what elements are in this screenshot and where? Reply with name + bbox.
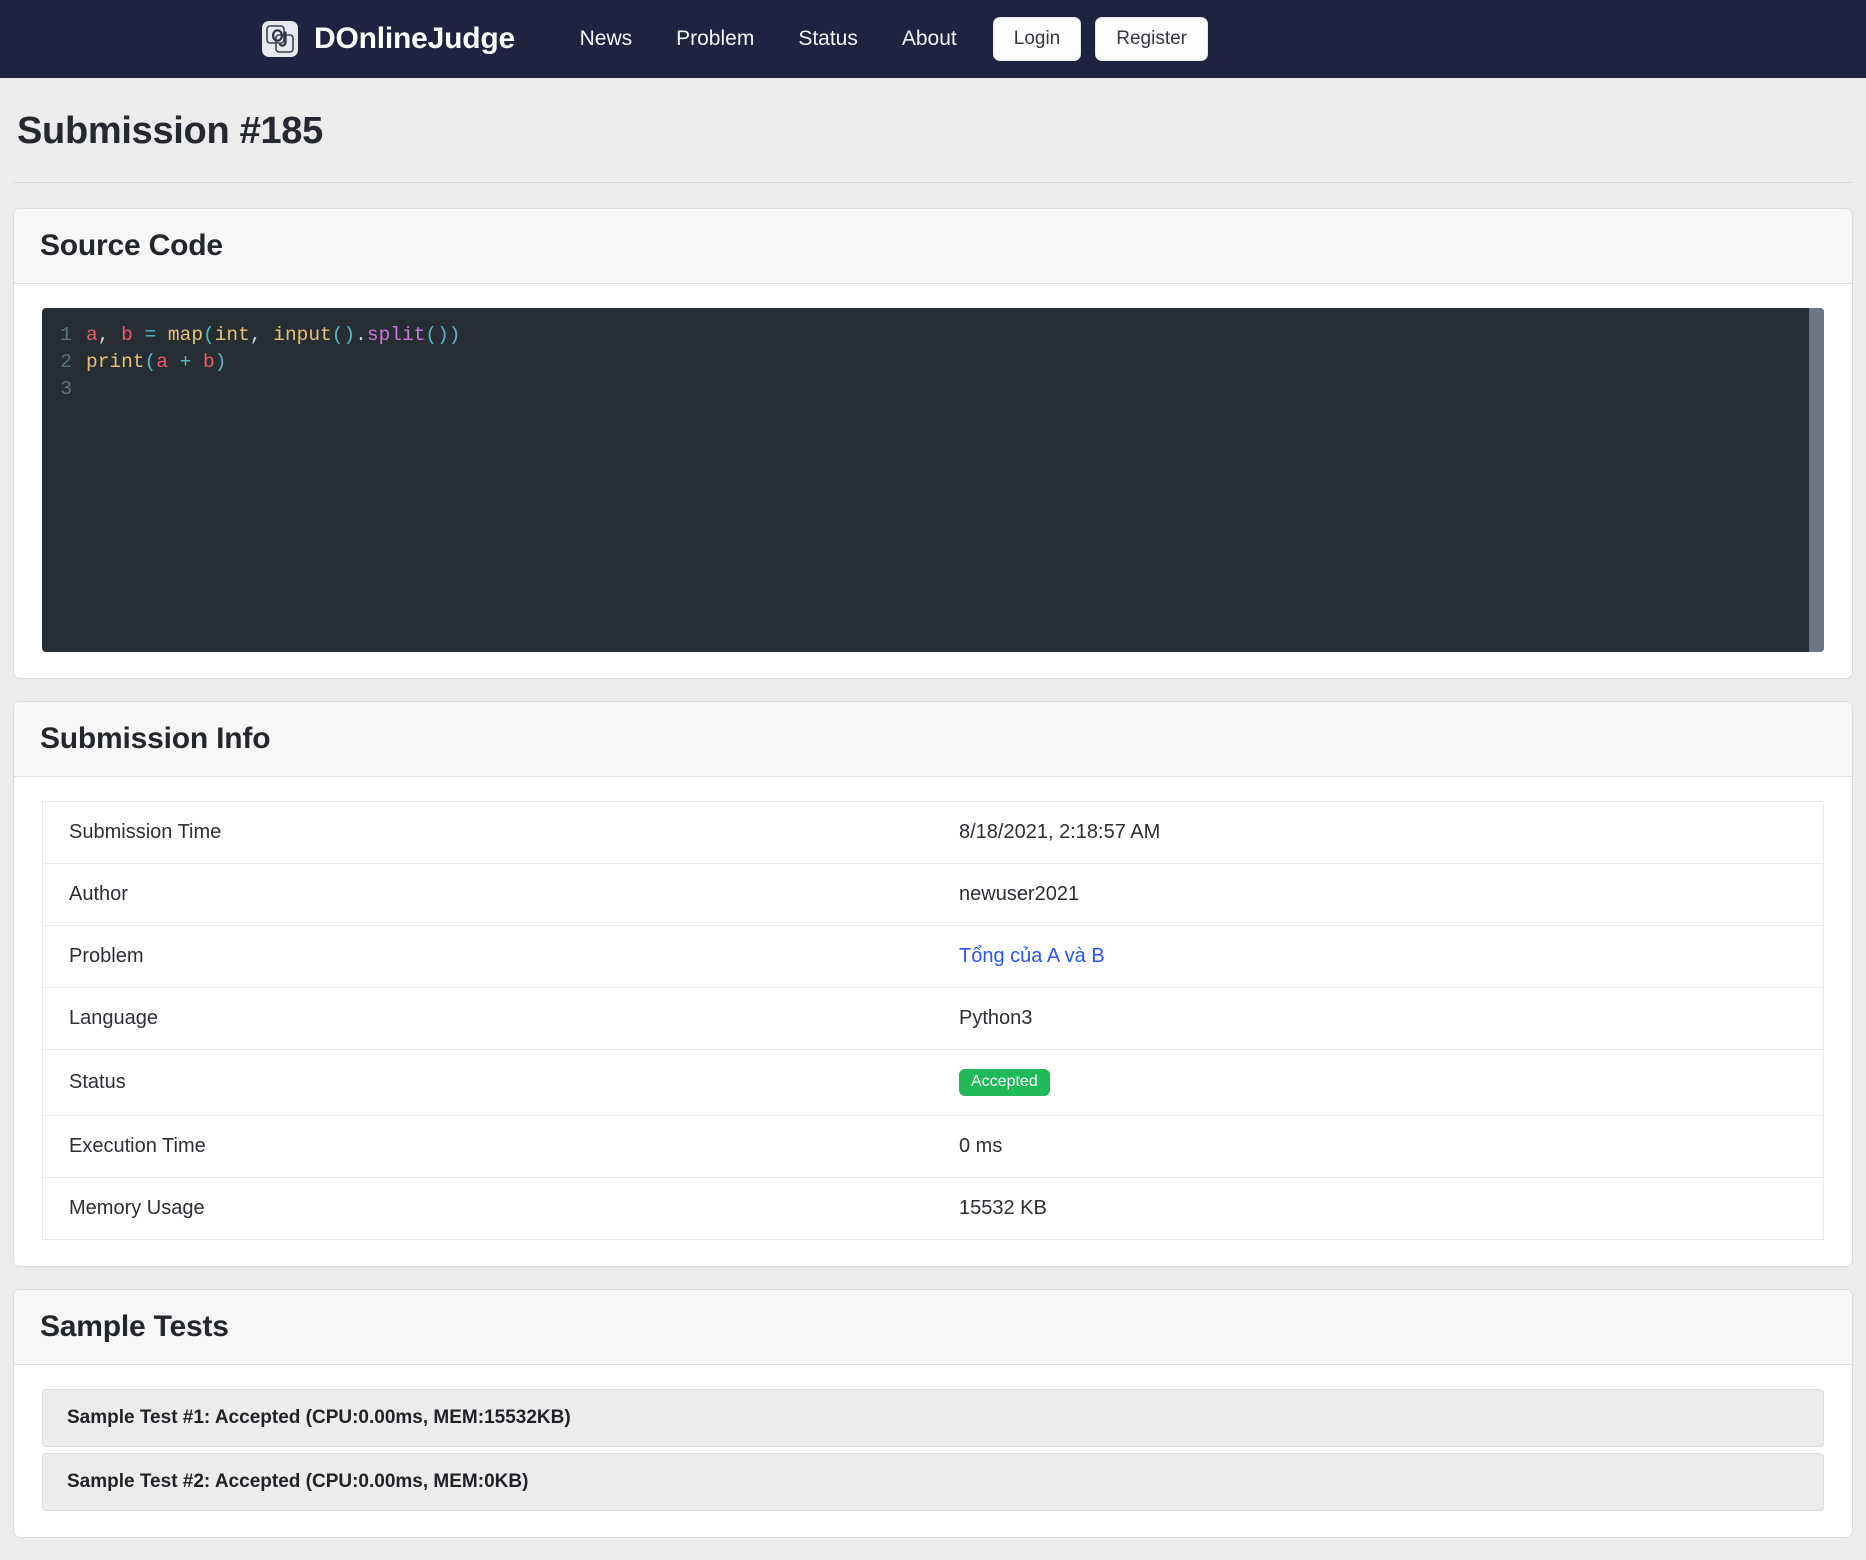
info-row-key: Problem xyxy=(69,945,144,967)
code-line: 1 a, b = map(int, input().split()) xyxy=(42,322,1809,349)
info-row-key: Author xyxy=(69,883,128,905)
brand-home-link[interactable]: DOnlineJudge xyxy=(262,21,515,57)
code-line: 2 print(a + b) xyxy=(42,349,1809,376)
sample-test-list: Sample Test #1: Accepted (CPU:0.00ms, ME… xyxy=(42,1389,1824,1511)
top-navbar: DOnlineJudge News Problem Status About L… xyxy=(0,0,1866,78)
info-row-key: Submission Time xyxy=(69,821,222,843)
source-code-card-header: Source Code xyxy=(14,209,1852,284)
info-row-value: 0 ms xyxy=(959,1135,1003,1157)
sample-tests-card: Sample Tests Sample Test #1: Accepted (C… xyxy=(13,1289,1853,1538)
nav-link-about[interactable]: About xyxy=(880,21,979,57)
brand-name: DOnlineJudge xyxy=(314,22,515,55)
submission-info-card-body: Submission Time 8/18/2021, 2:18:57 AM Auth… xyxy=(14,777,1852,1266)
oj-logo-icon xyxy=(262,21,298,57)
problem-link[interactable]: Tổng của A và B xyxy=(959,945,1105,967)
info-row-key: Memory Usage xyxy=(69,1197,205,1219)
sample-tests-card-header: Sample Tests xyxy=(14,1290,1852,1365)
info-row-value: Tổng của A và B xyxy=(933,926,1824,988)
login-button[interactable]: Login xyxy=(992,17,1082,61)
code-line-number: 2 xyxy=(60,351,72,373)
nav-links: News Problem Status About Login Register xyxy=(558,17,1208,61)
register-button[interactable]: Register xyxy=(1095,17,1208,61)
table-row: Language Python3 xyxy=(42,988,1824,1050)
code-line-content: print(a + b) xyxy=(86,351,227,373)
info-row-value: newuser2021 xyxy=(959,883,1080,905)
submission-info-card-header: Submission Info xyxy=(14,702,1852,777)
code-line-number: 1 xyxy=(60,324,72,346)
sample-tests-card-body: Sample Test #1: Accepted (CPU:0.00ms, ME… xyxy=(14,1365,1852,1537)
nav-link-status[interactable]: Status xyxy=(776,21,880,57)
table-row: Execution Time 0 ms xyxy=(42,1116,1824,1178)
page-title: Submission #185 xyxy=(17,110,323,152)
code-line-number: 3 xyxy=(60,378,72,400)
info-row-value: Accepted xyxy=(933,1050,1824,1116)
source-code-card-body: 1 a, b = map(int, input().split()) 2 print(… xyxy=(14,284,1852,678)
info-row-key: Execution Time xyxy=(69,1135,206,1157)
source-code-card: Source Code 1 a, b = map(int, input().spl… xyxy=(13,208,1853,679)
info-row-value: Python3 xyxy=(959,1007,1033,1029)
table-row: Submission Time 8/18/2021, 2:18:57 AM xyxy=(42,802,1824,864)
sample-tests-heading: Sample Tests xyxy=(40,1310,229,1343)
sample-test-item[interactable]: Sample Test #2: Accepted (CPU:0.00ms, ME… xyxy=(42,1453,1824,1511)
table-row: Problem Tổng của A và B xyxy=(42,926,1824,988)
submission-info-card: Submission Info Submission Time 8/18/2021… xyxy=(13,701,1853,1267)
status-badge: Accepted xyxy=(959,1069,1050,1096)
code-lines: 1 a, b = map(int, input().split()) 2 print(… xyxy=(42,308,1809,652)
info-row-key: Language xyxy=(69,1007,158,1029)
nav-link-news[interactable]: News xyxy=(558,21,655,57)
code-block[interactable]: 1 a, b = map(int, input().split()) 2 print(… xyxy=(42,308,1824,652)
table-row: Author newuser2021 xyxy=(42,864,1824,926)
code-line-content: a, b = map(int, input().split()) xyxy=(86,324,461,346)
table-row: Memory Usage 15532 KB xyxy=(43,1178,1824,1240)
code-line: 3 xyxy=(42,376,1809,403)
info-row-key: Status xyxy=(69,1071,126,1093)
sample-test-item[interactable]: Sample Test #1: Accepted (CPU:0.00ms, ME… xyxy=(42,1389,1824,1447)
page-container: Submission #185 Source Code 1 a, b = map(… xyxy=(0,110,1866,1538)
info-row-value: 8/18/2021, 2:18:57 AM xyxy=(959,821,1161,843)
submission-info-table: Submission Time 8/18/2021, 2:18:57 AM Auth… xyxy=(42,801,1824,1240)
title-divider xyxy=(13,182,1853,183)
info-row-value: 15532 KB xyxy=(959,1197,1047,1219)
source-code-heading: Source Code xyxy=(40,229,223,262)
code-vertical-scrollbar[interactable] xyxy=(1809,308,1824,652)
submission-info-heading: Submission Info xyxy=(40,722,271,755)
nav-link-problem[interactable]: Problem xyxy=(654,21,776,57)
table-row: Status Accepted xyxy=(42,1050,1824,1116)
